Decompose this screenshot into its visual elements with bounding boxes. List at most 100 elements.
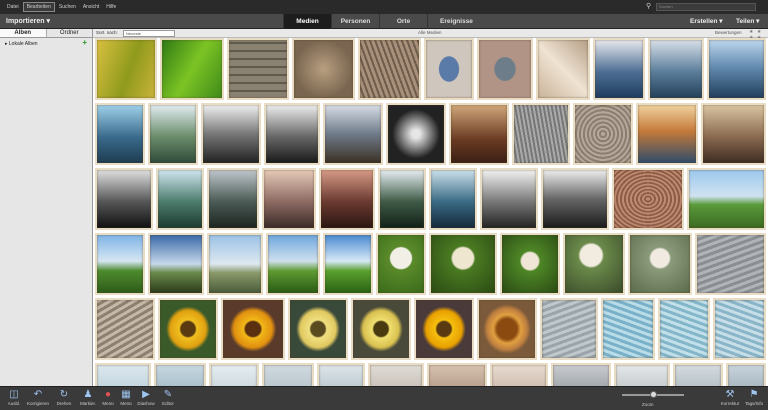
grid-row <box>93 363 768 386</box>
photo-thumbnail[interactable] <box>477 38 533 100</box>
menu-file[interactable]: Datei <box>4 3 22 11</box>
photo-thumbnail[interactable] <box>563 233 625 295</box>
photo-thumbnail[interactable] <box>628 233 692 295</box>
photo-thumbnail[interactable] <box>386 103 446 165</box>
view-tabs: Medien Personen Orte Ereignisse <box>283 14 485 29</box>
photo-thumbnail[interactable] <box>658 298 710 360</box>
photo-thumbnail[interactable] <box>376 233 426 295</box>
photo-thumbnail[interactable] <box>378 168 426 230</box>
grid-row <box>93 168 768 232</box>
photo-thumbnail[interactable] <box>156 168 204 230</box>
tags-info-button[interactable]: ⚑ Tags/Info <box>742 389 766 409</box>
photo-thumbnail[interactable] <box>221 298 285 360</box>
photo-thumbnail[interactable] <box>288 298 348 360</box>
photo-thumbnail[interactable] <box>512 103 570 165</box>
photo-thumbnail[interactable] <box>319 168 375 230</box>
local-albums-item[interactable]: ▸ Lokale Alben <box>5 41 38 47</box>
add-album-icon[interactable]: + <box>82 39 87 47</box>
photo-thumbnail[interactable] <box>424 38 474 100</box>
photo-thumbnail[interactable] <box>414 298 474 360</box>
hide-panel-button[interactable]: ◫ Ausbl. <box>2 389 26 409</box>
photo-grid <box>93 38 768 386</box>
menu-edit[interactable]: Bearbeiten <box>22 2 55 12</box>
photo-thumbnail[interactable] <box>262 168 316 230</box>
photo-thumbnail[interactable] <box>266 233 320 295</box>
photo-thumbnail[interactable] <box>541 168 609 230</box>
tab-events[interactable]: Ereignisse <box>427 14 485 29</box>
photo-thumbnail[interactable] <box>695 233 766 295</box>
search-input[interactable]: Suchen <box>656 3 756 11</box>
photo-thumbnail[interactable] <box>477 298 537 360</box>
photo-thumbnail[interactable] <box>449 103 509 165</box>
photo-thumbnail[interactable] <box>227 38 289 100</box>
photo-thumbnail[interactable] <box>480 168 538 230</box>
tab-albums[interactable]: Alben <box>0 29 47 38</box>
photo-thumbnail[interactable] <box>551 363 611 386</box>
create-button[interactable]: Erstellen ▾ <box>690 17 723 25</box>
photo-thumbnail[interactable] <box>201 103 261 165</box>
photo-thumbnail[interactable] <box>95 38 157 100</box>
photo-thumbnail[interactable] <box>536 38 590 100</box>
photo-thumbnail[interactable] <box>573 103 633 165</box>
photo-thumbnail[interactable] <box>490 363 548 386</box>
grid-row <box>93 298 768 362</box>
photo-thumbnail[interactable] <box>323 233 373 295</box>
photo-thumbnail[interactable] <box>358 38 421 100</box>
photo-thumbnail[interactable] <box>95 168 153 230</box>
photo-thumbnail[interactable] <box>614 363 670 386</box>
photo-thumbnail[interactable] <box>707 38 766 100</box>
rotate-button[interactable]: ↻ Drehen <box>52 389 76 409</box>
photo-thumbnail[interactable] <box>158 298 218 360</box>
photo-thumbnail[interactable] <box>673 363 723 386</box>
photo-thumbnail[interactable] <box>95 363 151 386</box>
photo-thumbnail[interactable] <box>207 168 259 230</box>
photo-thumbnail[interactable] <box>317 363 365 386</box>
photo-thumbnail[interactable] <box>427 363 487 386</box>
photo-thumbnail[interactable] <box>154 363 206 386</box>
photo-thumbnail[interactable] <box>160 38 224 100</box>
photo-thumbnail[interactable] <box>264 103 320 165</box>
photo-thumbnail[interactable] <box>95 233 145 295</box>
photo-thumbnail[interactable] <box>292 38 355 100</box>
menu-view[interactable]: Ansicht <box>80 3 102 11</box>
undo-button[interactable]: ↶ Korrigieren <box>26 389 50 409</box>
photo-thumbnail[interactable] <box>262 363 314 386</box>
menu-find[interactable]: Suchen <box>56 3 79 11</box>
zoom-slider-handle[interactable] <box>650 391 657 398</box>
import-button[interactable]: Importieren ▾ <box>6 17 50 25</box>
editor-button[interactable]: ✎ Editor <box>156 389 180 409</box>
photo-thumbnail[interactable] <box>148 103 198 165</box>
photo-thumbnail[interactable] <box>540 298 598 360</box>
photo-thumbnail[interactable] <box>687 168 766 230</box>
sort-select[interactable]: Neueste <box>123 30 175 37</box>
photo-thumbnail[interactable] <box>95 103 145 165</box>
photo-thumbnail[interactable] <box>636 103 698 165</box>
tab-places[interactable]: Orte <box>379 14 427 29</box>
photo-thumbnail[interactable] <box>209 363 259 386</box>
grid-row <box>93 103 768 167</box>
photo-thumbnail[interactable] <box>726 363 766 386</box>
photo-thumbnail[interactable] <box>148 233 204 295</box>
photo-thumbnail[interactable] <box>713 298 766 360</box>
photo-thumbnail[interactable] <box>601 298 655 360</box>
photo-thumbnail[interactable] <box>648 38 704 100</box>
photo-thumbnail[interactable] <box>500 233 560 295</box>
photo-thumbnail[interactable] <box>701 103 766 165</box>
photo-thumbnail[interactable] <box>368 363 424 386</box>
photo-thumbnail[interactable] <box>593 38 645 100</box>
menu-help[interactable]: Hilfe <box>103 3 119 11</box>
photo-thumbnail[interactable] <box>95 298 155 360</box>
instant-fix-button[interactable]: ⚒ Korrektur <box>718 389 742 409</box>
tab-folders[interactable]: Ordner <box>46 29 92 38</box>
photo-thumbnail[interactable] <box>612 168 684 230</box>
slideshow-button[interactable]: ▶ Diashow <box>134 389 158 409</box>
photo-thumbnail[interactable] <box>429 168 477 230</box>
photo-thumbnail[interactable] <box>207 233 263 295</box>
photo-thumbnail[interactable] <box>323 103 383 165</box>
tab-media[interactable]: Medien <box>283 14 331 29</box>
tab-people[interactable]: Personen <box>331 14 379 29</box>
search-icon[interactable]: ⚲ <box>646 3 654 11</box>
share-button[interactable]: Teilen ▾ <box>736 17 759 25</box>
photo-thumbnail[interactable] <box>351 298 411 360</box>
photo-thumbnail[interactable] <box>429 233 497 295</box>
